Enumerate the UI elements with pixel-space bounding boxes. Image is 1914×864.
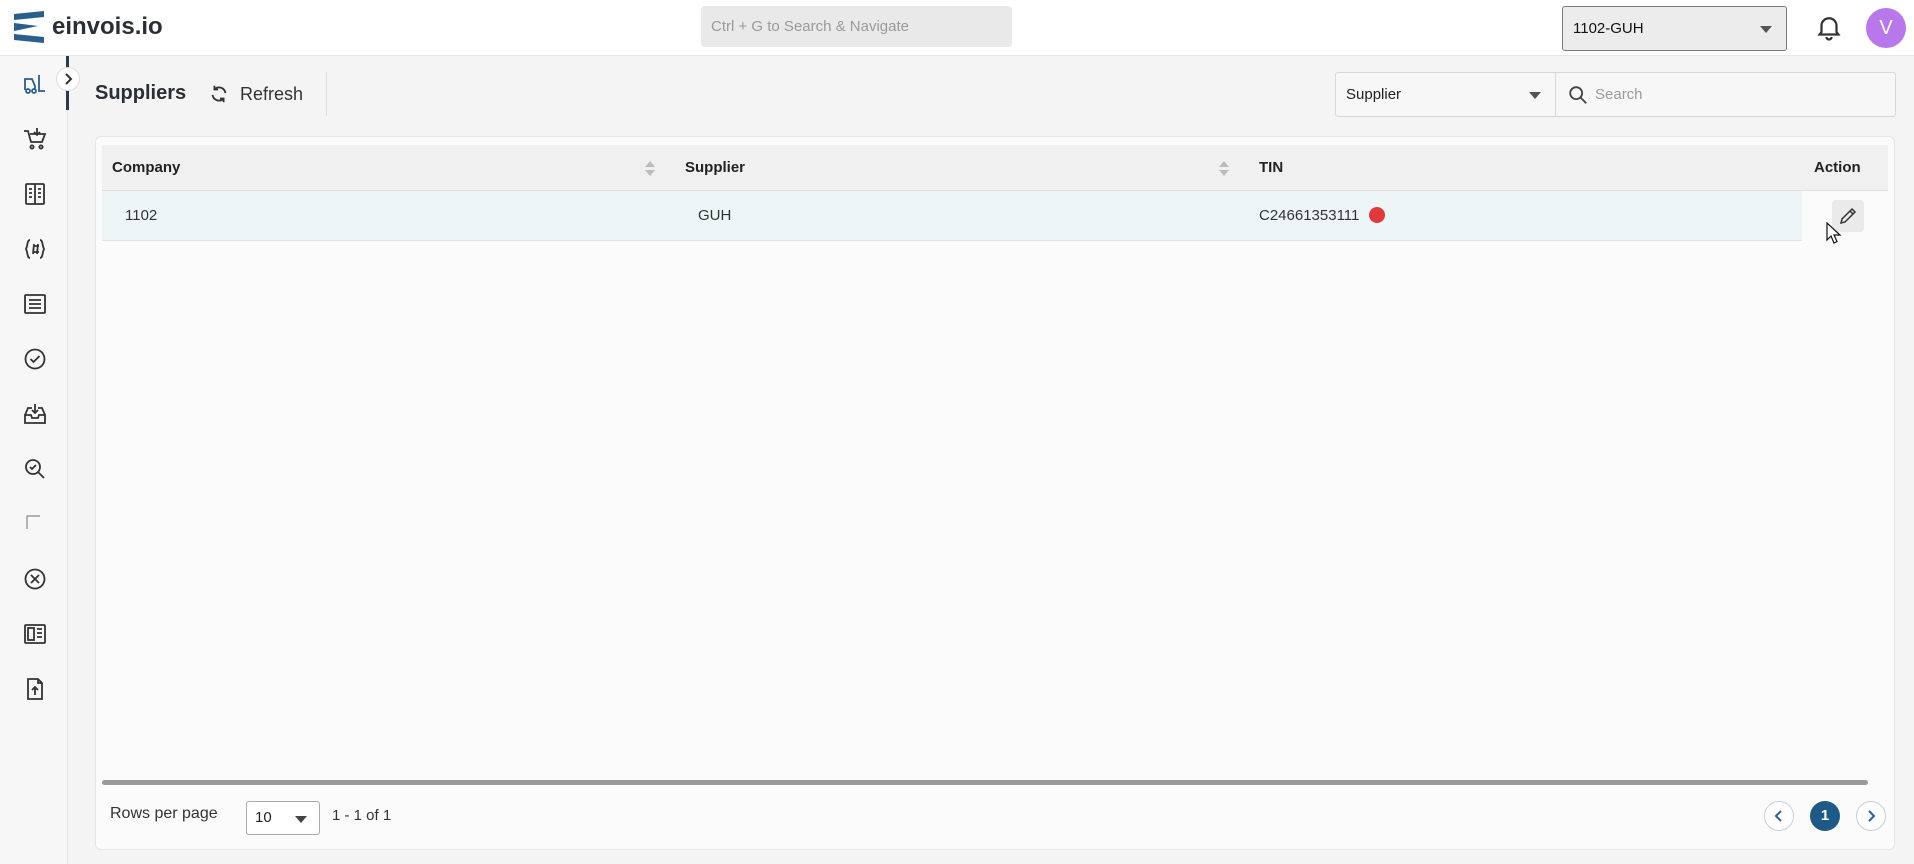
sidebar-item-dashboard[interactable] bbox=[20, 619, 50, 649]
search-icon bbox=[1569, 86, 1587, 104]
horizontal-scrollbar[interactable] bbox=[102, 780, 1868, 785]
bell-icon[interactable] bbox=[1814, 12, 1844, 42]
column-header-company[interactable]: Company bbox=[102, 145, 180, 191]
ledger-icon bbox=[25, 183, 45, 205]
header-divider bbox=[326, 72, 327, 116]
page-number-current[interactable]: 1 bbox=[1810, 801, 1840, 831]
filter-field-value: Supplier bbox=[1346, 86, 1402, 103]
code-braces-icon bbox=[24, 239, 46, 259]
global-search-input[interactable]: Ctrl + G to Search & Navigate bbox=[701, 6, 1012, 47]
tin-status-dot bbox=[1369, 206, 1386, 223]
sidebar-item-upload[interactable] bbox=[20, 674, 50, 704]
sort-icon[interactable] bbox=[1219, 161, 1229, 177]
chevron-right-icon bbox=[65, 73, 73, 85]
sort-icon[interactable] bbox=[645, 161, 655, 177]
sidebar-item-placeholder[interactable] bbox=[20, 509, 50, 539]
tenant-select-value: 1102-GUH bbox=[1573, 20, 1644, 37]
search-input[interactable] bbox=[1595, 73, 1885, 116]
sidebar bbox=[0, 56, 69, 864]
filter-group: Supplier bbox=[1335, 72, 1896, 117]
sidebar-item-suppliers[interactable] bbox=[20, 69, 50, 99]
prev-page-button[interactable] bbox=[1764, 801, 1794, 831]
sidebar-item-inbox[interactable] bbox=[20, 399, 50, 429]
column-header-tin: TIN bbox=[1259, 159, 1284, 176]
chevron-down-icon bbox=[1529, 92, 1541, 99]
refresh-label: Refresh bbox=[240, 83, 304, 104]
cell-tin-value: C24661353111 bbox=[1259, 207, 1360, 224]
file-upload-icon bbox=[27, 678, 43, 700]
layout-icon bbox=[24, 624, 46, 644]
sidebar-item-approved[interactable] bbox=[20, 344, 50, 374]
chevron-left-icon bbox=[1774, 810, 1782, 822]
mouse-cursor-icon bbox=[1826, 222, 1842, 244]
cell-tin: C24661353111 bbox=[1259, 191, 1386, 241]
rows-per-page-select[interactable]: 10 bbox=[246, 801, 320, 835]
list-icon bbox=[24, 294, 46, 314]
sidebar-item-rejected[interactable] bbox=[20, 564, 50, 594]
next-page-button[interactable] bbox=[1856, 801, 1886, 831]
avatar[interactable]: V bbox=[1866, 8, 1906, 48]
pagination-range: 1 - 1 of 1 bbox=[332, 807, 392, 824]
rows-per-page-value: 10 bbox=[255, 809, 272, 826]
sidebar-item-documents[interactable] bbox=[20, 179, 50, 209]
chevron-right-icon bbox=[1868, 810, 1876, 822]
logo-text: einvois.io bbox=[52, 13, 163, 40]
refresh-button[interactable]: Refresh bbox=[208, 79, 303, 109]
table-header: Company Supplier TIN Action bbox=[102, 145, 1888, 191]
cell-action bbox=[1802, 191, 1888, 241]
filter-search bbox=[1557, 73, 1895, 116]
column-header-supplier[interactable]: Supplier bbox=[675, 145, 745, 191]
sidebar-expand-button[interactable] bbox=[56, 67, 80, 91]
filter-field-select[interactable]: Supplier bbox=[1336, 73, 1556, 116]
chevron-down-icon bbox=[1760, 26, 1772, 33]
refresh-icon bbox=[211, 85, 227, 103]
column-header-action: Action bbox=[1814, 159, 1861, 176]
tenant-select[interactable]: 1102-GUH bbox=[1562, 6, 1787, 51]
sidebar-item-codes[interactable] bbox=[20, 234, 50, 264]
top-bar: einvois.io Ctrl + G to Search & Navigate… bbox=[0, 0, 1914, 56]
cell-company: 1102 bbox=[125, 207, 158, 224]
cell-supplier: GUH bbox=[698, 207, 732, 224]
corner-icon bbox=[26, 515, 40, 529]
search-check-icon bbox=[25, 459, 45, 479]
inbox-download-icon bbox=[24, 404, 46, 424]
rows-per-page-label: Rows per page bbox=[110, 805, 218, 822]
sidebar-item-purchases[interactable] bbox=[20, 124, 50, 154]
check-circle-icon bbox=[24, 348, 46, 370]
logo-mark-icon bbox=[14, 11, 44, 43]
sidebar-item-list[interactable] bbox=[20, 289, 50, 319]
suppliers-table-card: Company Supplier TIN Action 1102 GUH C24… bbox=[95, 136, 1895, 850]
chevron-down-icon bbox=[295, 816, 307, 823]
forklift-icon bbox=[24, 75, 45, 94]
cart-icon bbox=[24, 128, 47, 150]
page-title: Suppliers bbox=[95, 82, 187, 104]
logo[interactable]: einvois.io bbox=[14, 10, 163, 44]
x-circle-icon bbox=[24, 568, 46, 590]
sidebar-item-inspect[interactable] bbox=[20, 454, 50, 484]
table-row[interactable]: 1102 GUH C24661353111 bbox=[102, 191, 1888, 241]
